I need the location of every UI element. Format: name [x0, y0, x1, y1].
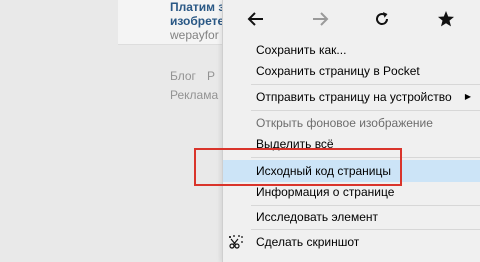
navigation-row [223, 0, 480, 36]
menu-item-inspect-element[interactable]: Исследовать элемент [223, 207, 480, 227]
menu-item-label: Сохранить как... [256, 43, 347, 57]
forward-arrow-icon [313, 12, 329, 26]
menu-item-save-as[interactable]: Сохранить как... [223, 40, 480, 60]
footer-blog-link[interactable]: Блог [170, 69, 196, 83]
footer-ads-link[interactable]: Реклама [170, 88, 218, 102]
screenshot-scissors-icon [229, 235, 243, 249]
menu-separator [251, 157, 480, 158]
menu-item-label: Сохранить страницу в Pocket [256, 64, 420, 78]
menu-item-label: Открыть фоновое изображение [256, 116, 433, 130]
menu-separator [251, 84, 480, 85]
menu-item-label: Информация о странице [256, 185, 395, 199]
bookmark-button[interactable] [435, 8, 457, 30]
ad-domain[interactable]: wepayfor [170, 28, 219, 42]
star-icon [438, 11, 454, 27]
forward-button[interactable] [309, 8, 331, 30]
back-arrow-icon [247, 12, 263, 26]
footer-link-fragment[interactable]: Р [207, 69, 215, 83]
menu-item-save-pocket[interactable]: Сохранить страницу в Pocket [223, 61, 480, 81]
menu-separator [251, 205, 480, 206]
ad-title-line1[interactable]: Платим з [170, 0, 224, 14]
menu-item-label: Выделить всё [256, 137, 334, 151]
menu-item-open-background-image[interactable]: Открыть фоновое изображение [223, 113, 480, 133]
menu-item-label: Исходный код страницы [256, 164, 391, 178]
menu-separator [251, 229, 480, 230]
menu-item-select-all[interactable]: Выделить всё [223, 134, 480, 154]
menu-item-label: Сделать скриншот [256, 235, 360, 249]
submenu-arrow-icon: ▶ [464, 92, 471, 101]
menu-item-view-page-source[interactable]: Исходный код страницы [223, 160, 480, 182]
menu-item-page-info[interactable]: Информация о странице [223, 182, 480, 202]
menu-item-label: Отправить страницу на устройство [256, 90, 452, 104]
ad-title-line2[interactable]: изобрете [170, 14, 224, 28]
reload-button[interactable] [371, 8, 393, 30]
back-button[interactable] [245, 8, 267, 30]
reload-icon [376, 12, 389, 25]
menu-item-take-screenshot[interactable]: Сделать скриншот [223, 232, 480, 252]
menu-separator [251, 110, 480, 111]
menu-item-label: Исследовать элемент [256, 210, 379, 224]
menu-item-send-to-device[interactable]: Отправить страницу на устройство ▶ [223, 87, 480, 107]
context-menu: Сохранить как... Сохранить страницу в Po… [222, 0, 480, 262]
